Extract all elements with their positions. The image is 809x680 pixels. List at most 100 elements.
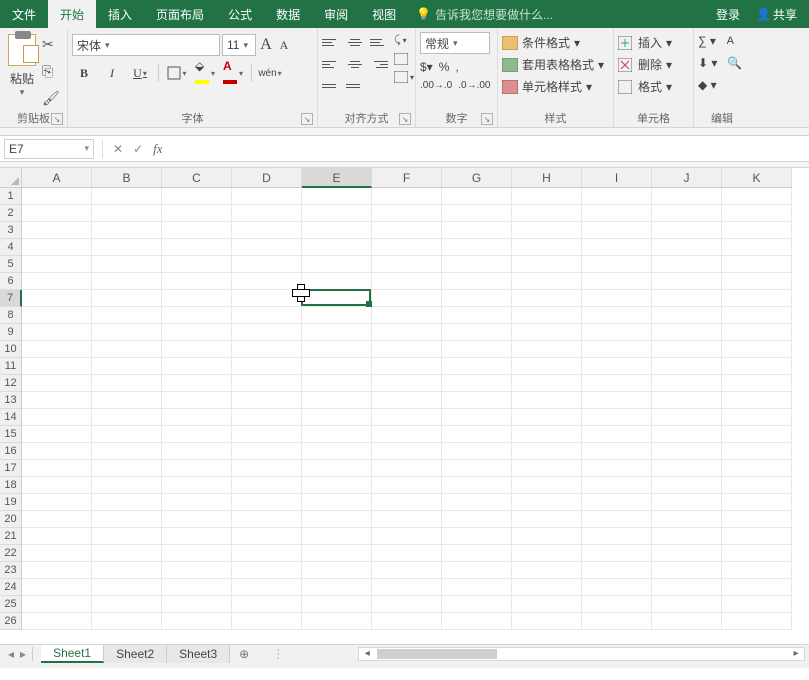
cell[interactable] [652,205,722,222]
cell[interactable] [582,511,652,528]
cell[interactable] [372,579,442,596]
cell[interactable] [92,324,162,341]
cell[interactable] [92,188,162,205]
cell[interactable] [92,460,162,477]
cell[interactable] [22,290,92,307]
row-header-24[interactable]: 24 [0,579,22,596]
cell[interactable] [302,511,372,528]
cell[interactable] [302,222,372,239]
sheet-tab-1[interactable]: Sheet1 [41,645,104,663]
cell[interactable] [442,562,512,579]
cell[interactable] [92,562,162,579]
border-button[interactable]: ▾ [167,62,187,84]
number-format-combo[interactable]: 常规▾ [420,32,490,54]
cell[interactable] [582,562,652,579]
cell[interactable] [652,341,722,358]
cell[interactable] [162,273,232,290]
cut-icon[interactable]: ✂ [42,36,60,53]
decrease-decimal-button[interactable]: .0→.00 [458,80,490,91]
cell[interactable] [302,290,372,307]
cell[interactable] [512,562,582,579]
cell[interactable] [512,460,582,477]
cell[interactable] [302,392,372,409]
cell[interactable] [442,477,512,494]
col-header-B[interactable]: B [92,168,162,188]
cell[interactable] [722,222,792,239]
cell[interactable] [92,375,162,392]
cell[interactable] [582,324,652,341]
cell[interactable] [162,494,232,511]
cell[interactable] [162,341,232,358]
cell[interactable] [162,562,232,579]
cell[interactable] [22,613,92,630]
cell[interactable] [372,392,442,409]
cell[interactable] [92,426,162,443]
cell[interactable] [442,511,512,528]
cell[interactable] [162,239,232,256]
cell[interactable] [722,443,792,460]
cell[interactable] [652,324,722,341]
cell[interactable] [302,409,372,426]
format-cells-button[interactable]: 格式 ▾ [618,78,672,95]
cell[interactable] [372,375,442,392]
cell[interactable] [722,273,792,290]
cell[interactable] [722,324,792,341]
cell[interactable] [582,494,652,511]
cell[interactable] [92,511,162,528]
cell[interactable] [302,205,372,222]
cell[interactable] [582,477,652,494]
cell[interactable] [232,392,302,409]
row-header-8[interactable]: 8 [0,307,22,324]
cell[interactable] [652,273,722,290]
font-size-combo[interactable]: 11▾ [222,34,256,56]
cell[interactable] [722,409,792,426]
cell[interactable] [722,494,792,511]
row-header-17[interactable]: 17 [0,460,22,477]
cell[interactable] [22,188,92,205]
cell[interactable] [232,528,302,545]
sheet-nav-first[interactable]: ◂ [8,647,14,661]
cell[interactable] [22,477,92,494]
row-header-5[interactable]: 5 [0,256,22,273]
cell[interactable] [232,358,302,375]
italic-button[interactable]: I [102,62,122,84]
tab-data[interactable]: 数据 [264,0,312,28]
tab-file[interactable]: 文件 [0,0,48,28]
cell[interactable] [582,222,652,239]
cell[interactable] [582,375,652,392]
cell[interactable] [722,613,792,630]
cell[interactable] [22,358,92,375]
cell[interactable] [232,273,302,290]
align-top-button[interactable] [322,34,340,50]
col-header-G[interactable]: G [442,168,512,188]
cell[interactable] [302,562,372,579]
cell[interactable] [722,511,792,528]
cell[interactable] [722,528,792,545]
tab-home[interactable]: 开始 [48,0,96,28]
cell[interactable] [302,477,372,494]
cell[interactable] [372,358,442,375]
merge-button[interactable]: ▾ [394,71,414,83]
increase-decimal-button[interactable]: .00→.0 [420,80,452,91]
cell[interactable] [372,613,442,630]
cell[interactable] [652,460,722,477]
cell[interactable] [372,239,442,256]
cell[interactable] [442,596,512,613]
grow-font-button[interactable]: A [258,35,274,55]
cell[interactable] [722,579,792,596]
cell[interactable] [512,324,582,341]
cell[interactable] [22,273,92,290]
cell[interactable] [162,460,232,477]
col-header-F[interactable]: F [372,168,442,188]
cell[interactable] [512,494,582,511]
cell[interactable] [232,239,302,256]
cell[interactable] [22,222,92,239]
font-color-button[interactable]: A▾ [223,62,243,84]
cell[interactable] [652,409,722,426]
name-box[interactable]: E7▾ [4,139,94,159]
cell[interactable] [162,443,232,460]
cell[interactable] [302,358,372,375]
cell[interactable] [582,528,652,545]
col-header-I[interactable]: I [582,168,652,188]
cell[interactable] [512,392,582,409]
